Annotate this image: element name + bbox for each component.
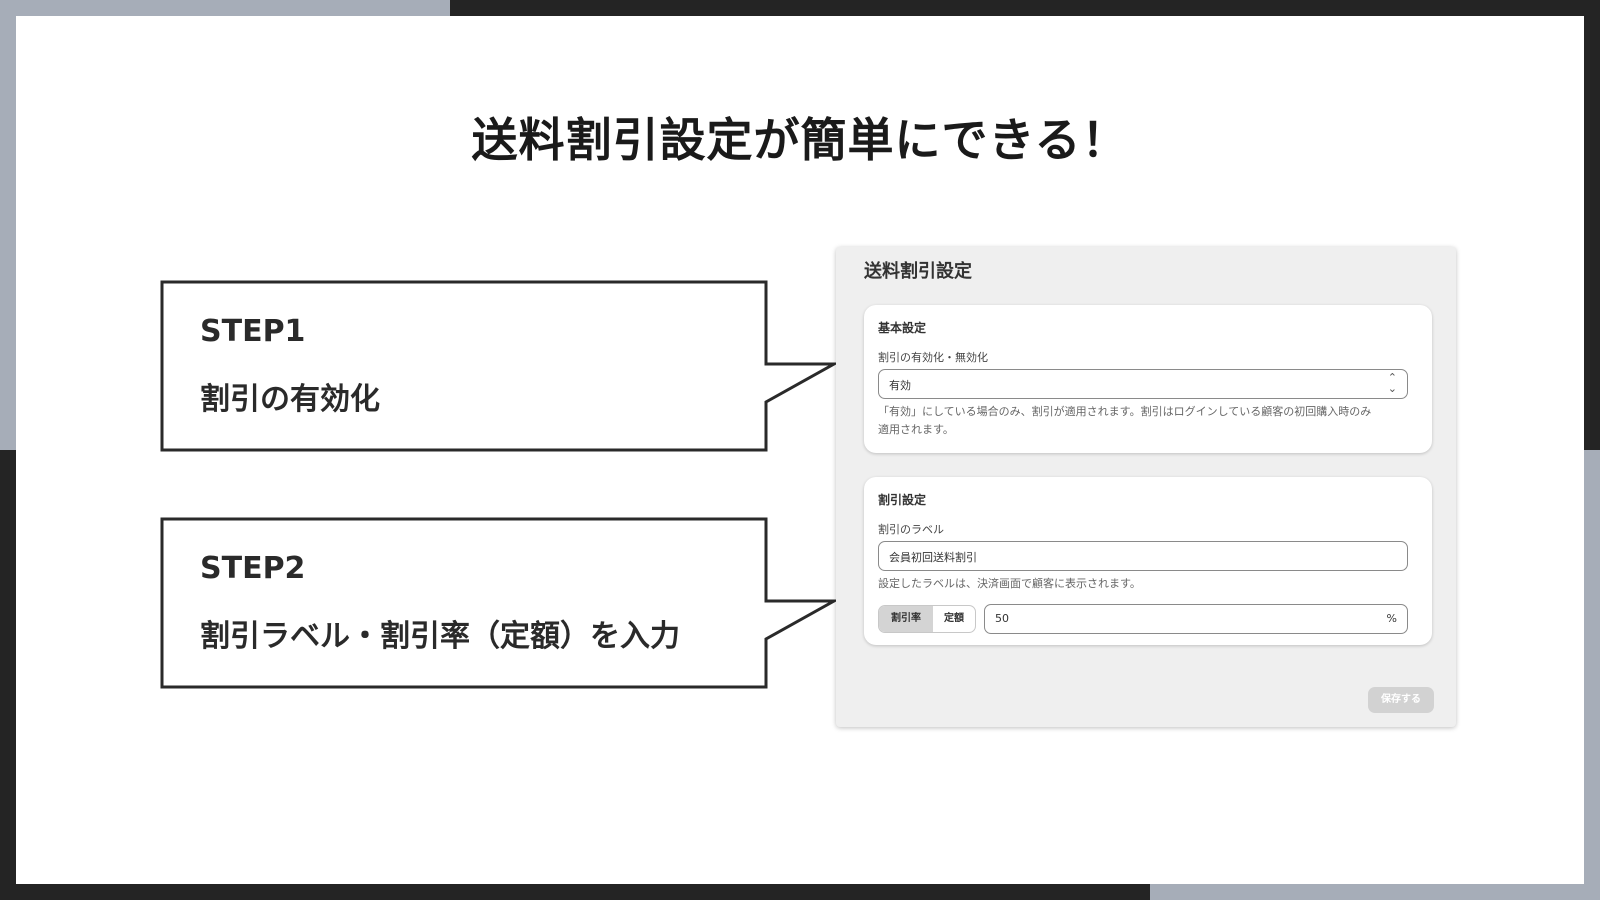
panel-title: 送料割引設定	[864, 261, 972, 282]
step2-description: 割引ラベル・割引率（定額）を入力	[200, 619, 680, 654]
step2-label: STEP2	[200, 551, 306, 586]
shipping-discount-panel: 送料割引設定 基本設定 割引の有効化・無効化 有効 ⌃ ⌄ 「有効」にしている場合…	[836, 247, 1456, 727]
discount-rate-value: 50	[995, 612, 1009, 625]
enable-field-label: 割引の有効化・無効化	[878, 351, 988, 364]
segment-fixed-button[interactable]: 定額	[933, 606, 975, 632]
discount-label-input[interactable]: 会員初回送料割引	[878, 541, 1408, 571]
callout-bubble-shape	[160, 280, 840, 452]
callout-bubble-shape	[160, 517, 840, 689]
enable-help-line2: 適用されます。	[878, 423, 954, 436]
step1-label: STEP1	[200, 314, 306, 349]
enable-help-text: 「有効」にしている場合のみ、割引が適用されます。割引はログインしている顧客の初回…	[878, 403, 1371, 439]
label-field-label: 割引のラベル	[878, 523, 944, 536]
basic-settings-title: 基本設定	[878, 321, 927, 335]
percent-suffix: %	[1386, 612, 1397, 625]
step2-callout: STEP2 割引ラベル・割引率（定額）を入力	[160, 517, 860, 697]
step1-callout: STEP1 割引の有効化	[160, 280, 860, 460]
enable-help-line1: 「有効」にしている場合のみ、割引が適用されます。割引はログインしている顧客の初回…	[878, 405, 1372, 418]
discount-rate-input[interactable]: 50 %	[984, 604, 1408, 634]
slide-title: 送料割引設定が簡単にできる！	[471, 113, 1129, 167]
enable-select[interactable]: 有効 ⌃ ⌄	[878, 369, 1408, 399]
segment-rate-button[interactable]: 割引率	[879, 606, 933, 632]
step1-description: 割引の有効化	[200, 382, 380, 417]
discount-settings-title: 割引設定	[878, 493, 927, 507]
discount-settings-card: 割引設定 割引のラベル 会員初回送料割引 設定したラベルは、決済画面で顧客に表示…	[864, 477, 1432, 645]
label-help-text: 設定したラベルは、決済画面で顧客に表示されます。	[878, 577, 1141, 590]
save-button[interactable]: 保存する	[1368, 687, 1434, 713]
basic-settings-card: 基本設定 割引の有効化・無効化 有効 ⌃ ⌄ 「有効」にしている場合のみ、割引が適…	[864, 305, 1432, 453]
enable-select-value: 有効	[889, 379, 911, 392]
discount-label-value: 会員初回送料割引	[889, 551, 977, 564]
select-chevron-icon: ⌃ ⌄	[1387, 371, 1397, 395]
discount-type-toggle: 割引率 定額	[878, 605, 976, 633]
